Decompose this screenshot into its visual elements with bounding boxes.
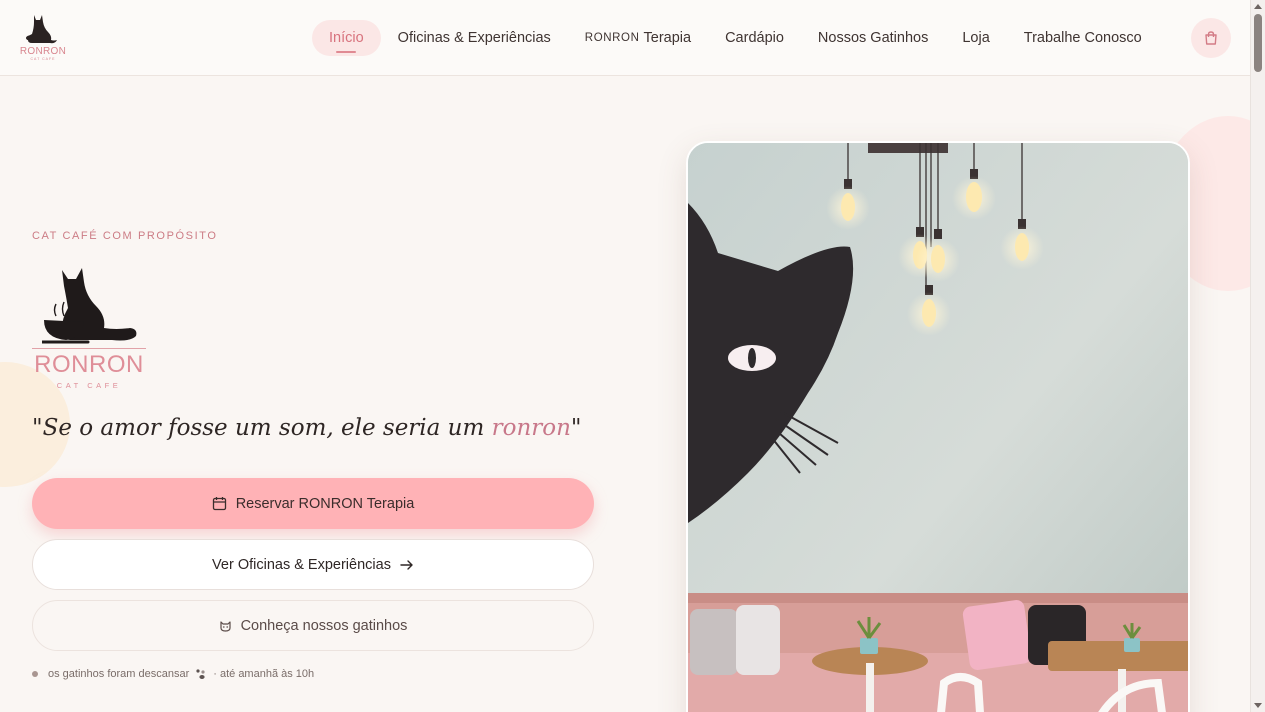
main-nav: Início Oficinas & Experiências RONRON Te… — [312, 20, 1159, 56]
site-header: RONRON CAT CAFE Início Oficinas & Experi… — [0, 0, 1250, 76]
nav-ronron-terapia[interactable]: RONRON Terapia — [568, 20, 708, 56]
conheca-gatinhos-button[interactable]: Conheça nossos gatinhos — [32, 600, 594, 651]
nav-cardapio[interactable]: Cardápio — [708, 20, 801, 56]
reservar-terapia-button[interactable]: Reservar RONRON Terapia — [32, 478, 594, 529]
status-dot — [32, 671, 38, 677]
cafe-photo-illustration — [688, 143, 1188, 712]
nav-inicio[interactable]: Início — [312, 20, 381, 56]
status-text: os gatinhos foram descansar — [48, 668, 190, 680]
brand-subtitle: CAT CAFE — [30, 57, 56, 61]
cat-with-cup-icon — [42, 268, 137, 344]
scrollbar-thumb[interactable] — [1254, 14, 1262, 72]
nav-loja[interactable]: Loja — [945, 20, 1006, 56]
paw-icon — [196, 669, 205, 679]
nav-label: Cardápio — [725, 30, 784, 46]
quote-highlight: ronron — [491, 415, 571, 441]
logo-divider — [32, 348, 146, 349]
hero-logo-subtitle: CAT CAFE — [56, 381, 122, 390]
scroll-up-arrow-icon[interactable] — [1254, 4, 1262, 9]
nav-label: Nossos Gatinhos — [817, 30, 929, 46]
shopping-bag-icon — [1205, 31, 1217, 45]
nav-label-caps: RONRON — [584, 32, 640, 44]
hero-quote: "Se o amor fosse um som, ele seria um ro… — [32, 415, 582, 441]
hero-logo: RONRON CAT CAFE — [30, 262, 154, 392]
page-scrollbar[interactable] — [1250, 0, 1265, 712]
calendar-icon — [212, 497, 226, 511]
arrow-right-icon — [400, 559, 413, 570]
button-label: Conheça nossos gatinhos — [240, 617, 408, 634]
quote-text: "Se o amor fosse um som, ele seria um — [32, 415, 492, 441]
cart-button[interactable] — [1191, 18, 1231, 58]
nav-label: Terapia — [643, 30, 692, 46]
quote-close: " — [570, 415, 582, 441]
scroll-down-arrow-icon[interactable] — [1254, 703, 1262, 708]
nav-nossos-gatinhos[interactable]: Nossos Gatinhos — [801, 20, 945, 56]
cat-logo-icon — [26, 15, 57, 44]
brand-logo[interactable]: RONRON CAT CAFE — [18, 12, 68, 64]
nav-label: Loja — [962, 30, 990, 46]
nav-label: Oficinas & Experiências — [397, 30, 551, 46]
brand-wordmark: RONRON — [19, 46, 67, 57]
nav-label: Trabalhe Conosco — [1023, 30, 1142, 46]
ver-oficinas-button[interactable]: Ver Oficinas & Experiências — [32, 539, 594, 590]
nav-oficinas[interactable]: Oficinas & Experiências — [381, 20, 568, 56]
hero-logo-wordmark: RONRON — [34, 351, 144, 378]
opening-status: os gatinhos foram descansar · até amanhã… — [32, 668, 314, 680]
status-suffix: · até amanhã às 10h — [213, 668, 315, 680]
nav-label: Início — [329, 30, 364, 46]
button-label: Reservar RONRON Terapia — [235, 495, 415, 512]
cat-face-icon — [219, 621, 231, 632]
hero-eyebrow: CAT CAFÉ COM PROPÓSITO — [32, 230, 218, 242]
hero-photo — [686, 141, 1190, 712]
nav-trabalhe-conosco[interactable]: Trabalhe Conosco — [1007, 20, 1159, 56]
button-label: Ver Oficinas & Experiências — [212, 556, 391, 573]
